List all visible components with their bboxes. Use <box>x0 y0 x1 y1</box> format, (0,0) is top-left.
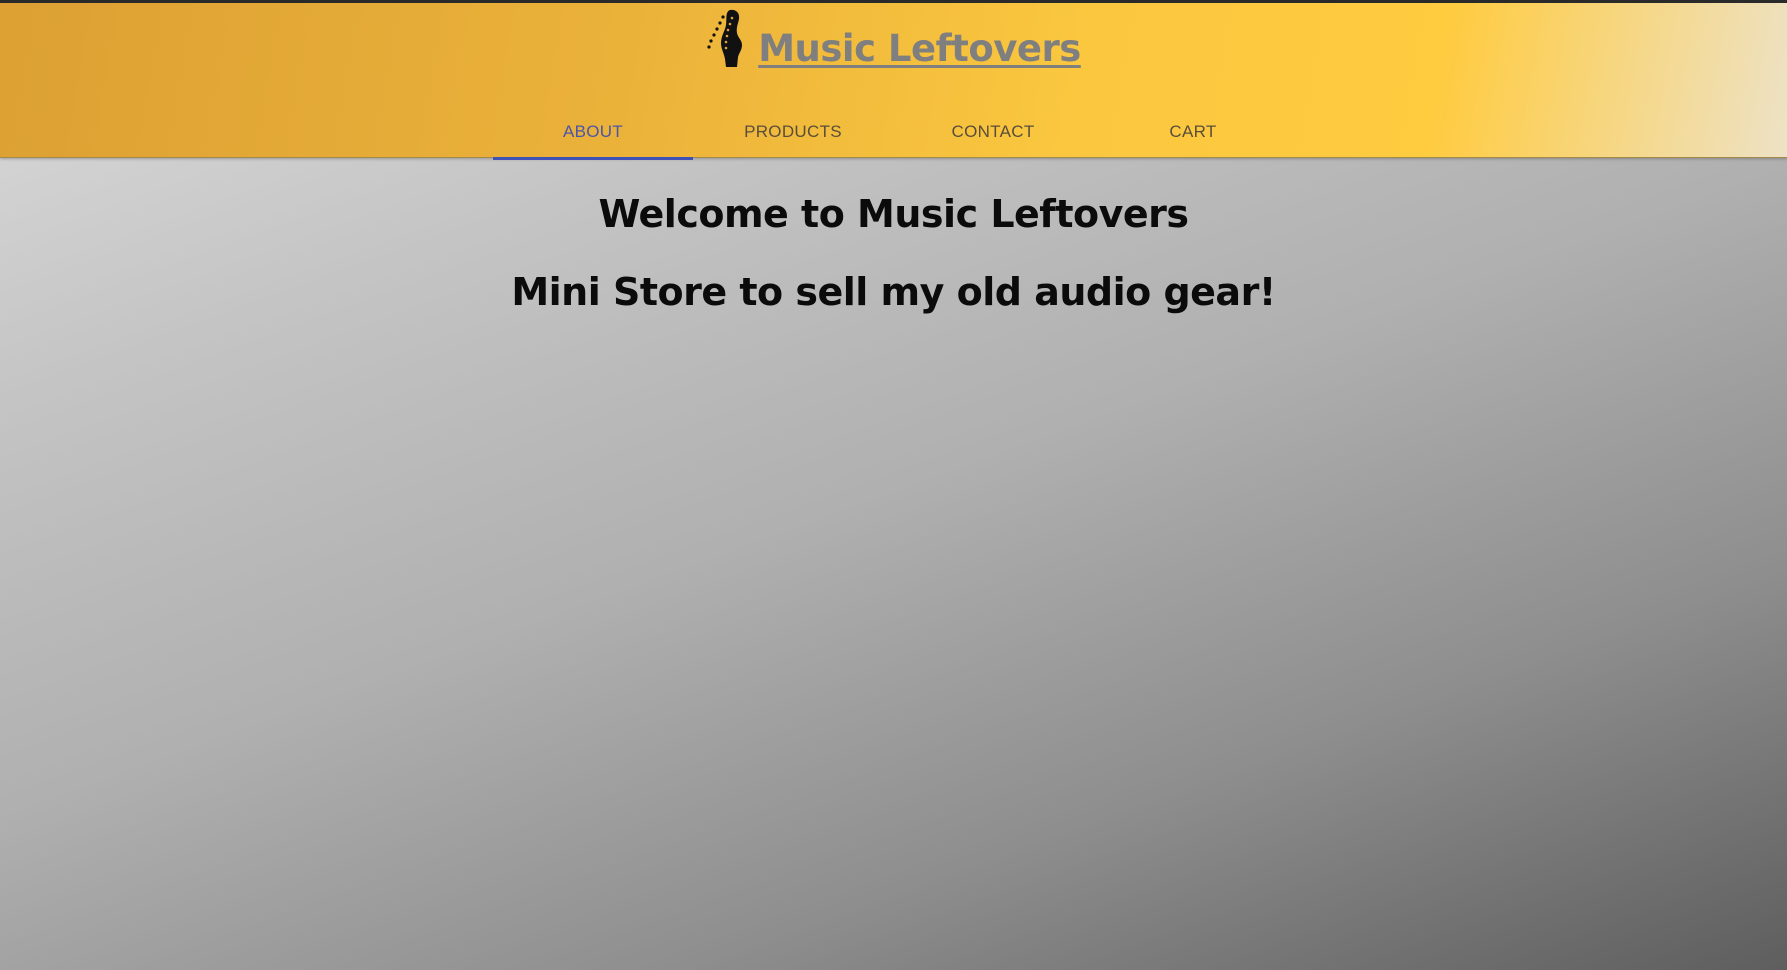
main-content: Welcome to Music Leftovers Mini Store to… <box>0 158 1787 318</box>
nav-tabs: ABOUT PRODUCTS CONTACT CART <box>493 103 1293 160</box>
tab-about[interactable]: ABOUT <box>493 103 693 160</box>
page-heading: Welcome to Music Leftovers <box>598 192 1189 236</box>
top-app-bar: Music Leftovers ABOUT PRODUCTS CONTACT C… <box>0 0 1787 160</box>
brand-link[interactable]: Music Leftovers <box>706 3 1081 71</box>
brand: Music Leftovers <box>0 3 1787 73</box>
tab-contact[interactable]: CONTACT <box>893 103 1093 160</box>
page: Music Leftovers ABOUT PRODUCTS CONTACT C… <box>0 0 1787 970</box>
guitar-headstock-icon <box>707 9 743 68</box>
tab-cart[interactable]: CART <box>1093 103 1293 160</box>
page-subheading: Mini Store to sell my old audio gear! <box>511 270 1276 314</box>
tab-products[interactable]: PRODUCTS <box>693 103 893 160</box>
brand-title[interactable]: Music Leftovers <box>758 27 1081 71</box>
